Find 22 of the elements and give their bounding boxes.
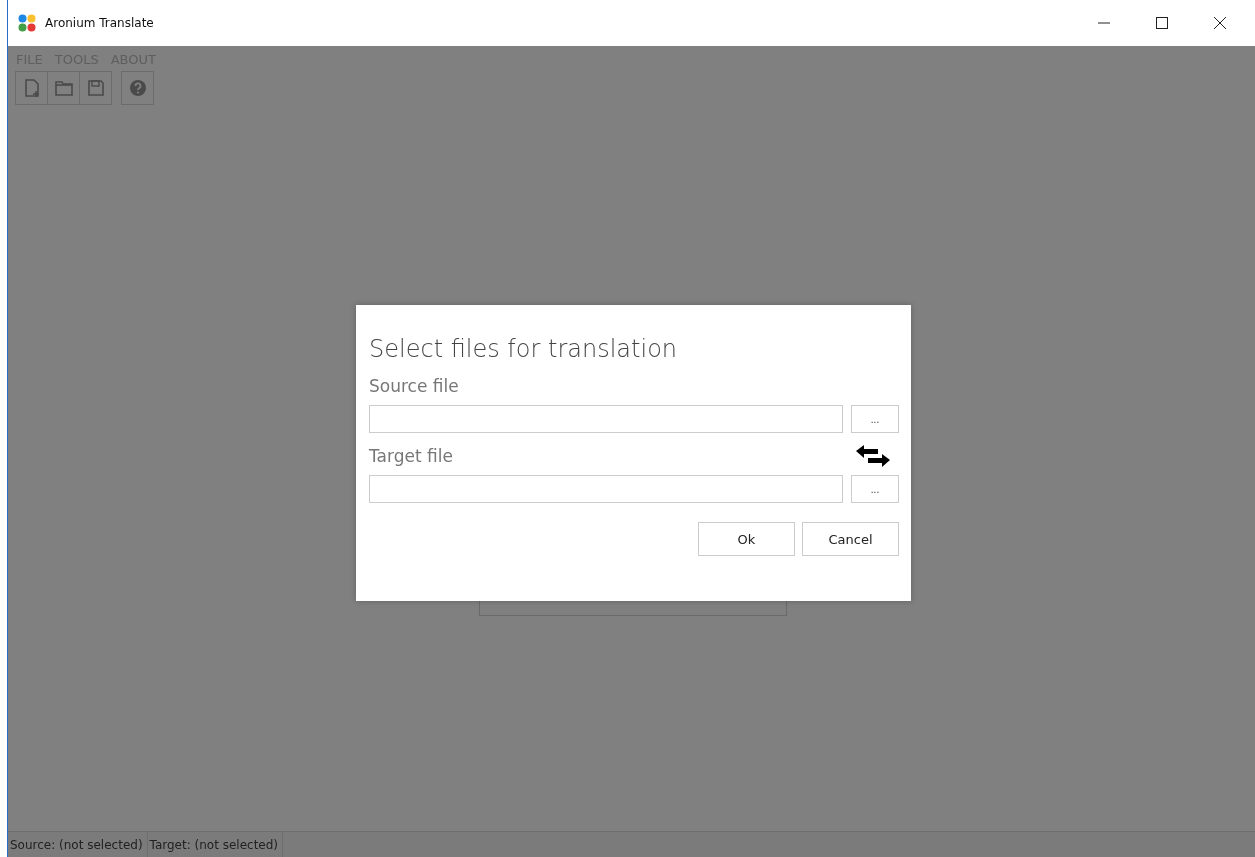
status-text: Target: (not selected) xyxy=(147,832,284,857)
folder-icon xyxy=(53,78,74,98)
help-icon xyxy=(127,78,148,98)
status-text: Source: (not selected) xyxy=(8,832,148,857)
close-icon xyxy=(1214,17,1226,29)
browse-button[interactable]: ... xyxy=(851,475,899,503)
file-path-field[interactable] xyxy=(369,475,843,503)
browse-button[interactable]: ... xyxy=(851,405,899,433)
app-logo-icon xyxy=(18,14,36,32)
field-label: Target file xyxy=(369,445,453,468)
folder-button[interactable] xyxy=(47,71,80,105)
maximize-icon xyxy=(1156,17,1168,29)
floppy-disk-button[interactable] xyxy=(79,71,112,105)
ok-button[interactable]: Ok xyxy=(698,522,795,556)
dialog-title: Select files for translation xyxy=(369,335,679,363)
help-button[interactable] xyxy=(121,71,154,105)
file-path-field[interactable] xyxy=(369,405,843,433)
new-file-button[interactable] xyxy=(15,71,48,105)
field-label: Source file xyxy=(369,375,459,398)
window-title: Aronium Translate xyxy=(45,16,154,30)
cancel-button[interactable]: Cancel xyxy=(802,522,899,556)
swap-arrows-icon[interactable] xyxy=(855,445,891,467)
